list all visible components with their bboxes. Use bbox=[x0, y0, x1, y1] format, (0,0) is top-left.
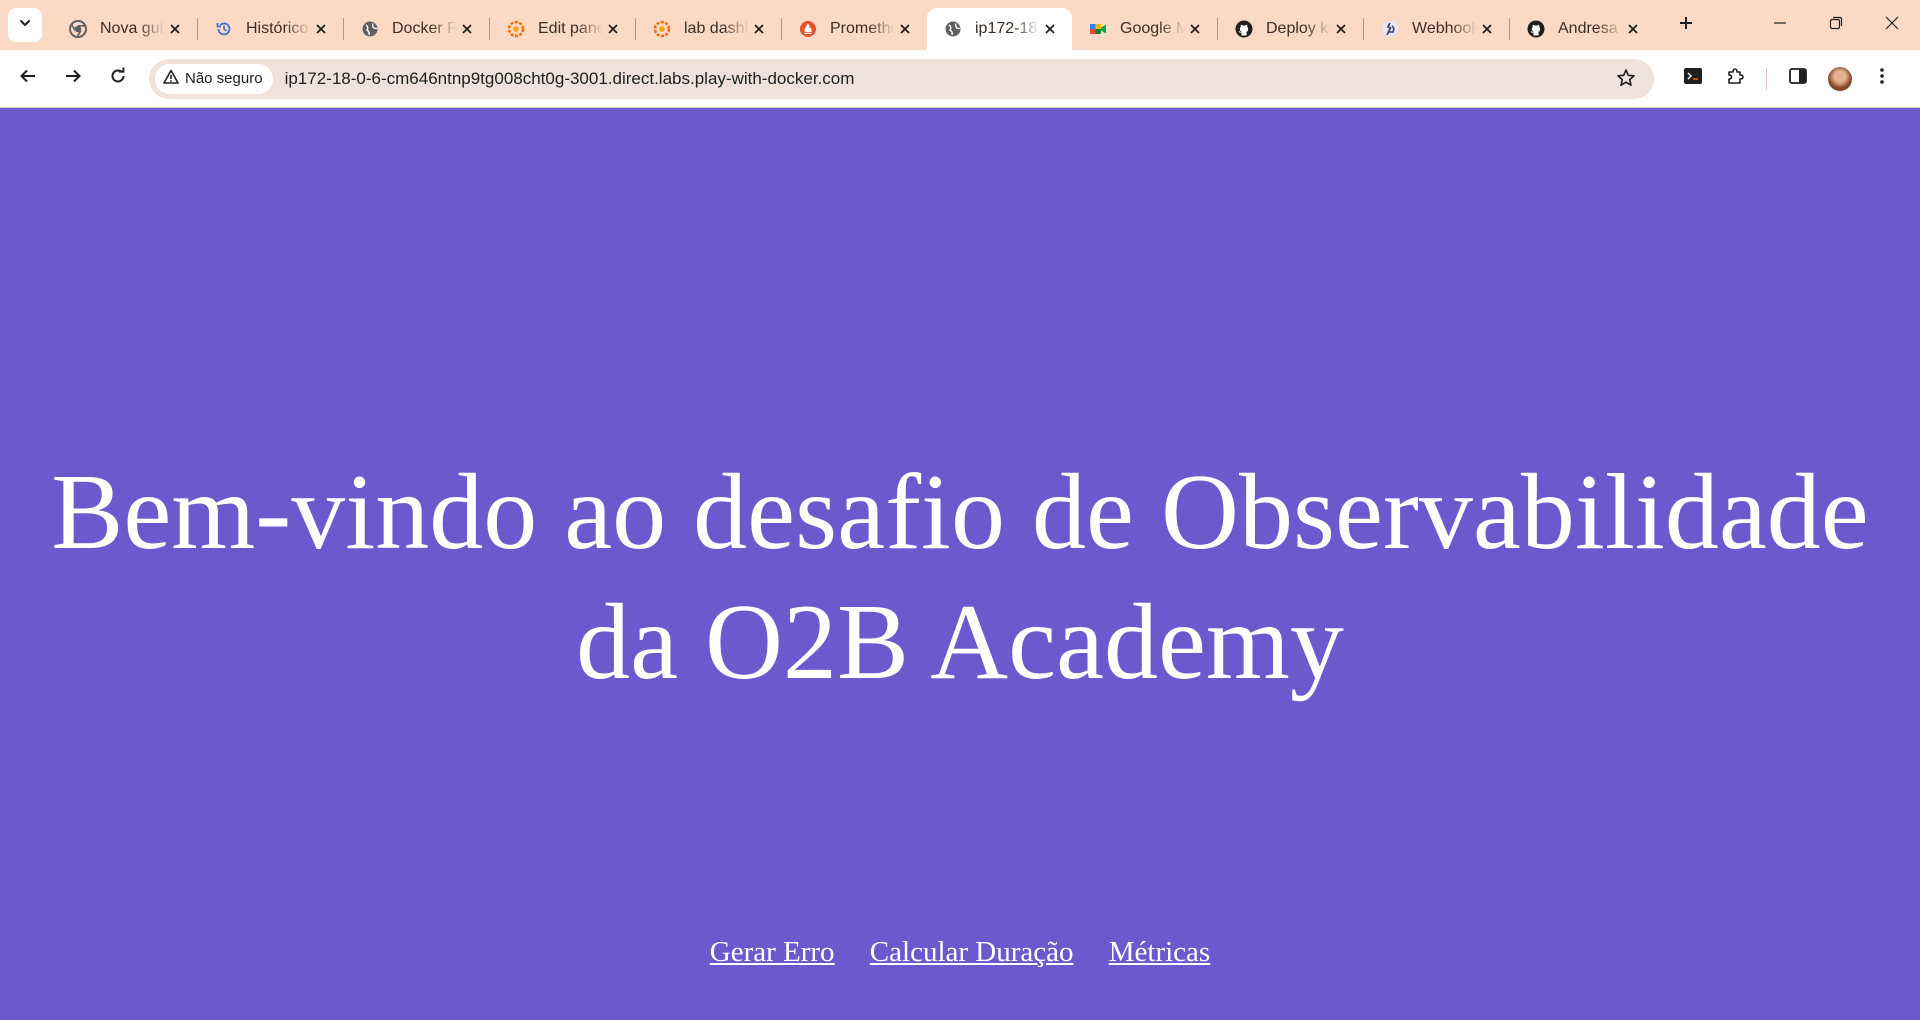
toolbar-actions bbox=[1672, 58, 1903, 100]
window-controls bbox=[1752, 0, 1920, 50]
metricas-link[interactable]: Métricas bbox=[1109, 936, 1210, 968]
terminal-extension-button[interactable] bbox=[1672, 58, 1714, 100]
page-title: Bem-vindo ao desafio de Observabilidade … bbox=[0, 448, 1920, 708]
close-icon[interactable] bbox=[895, 19, 915, 39]
arrow-left-icon bbox=[19, 67, 37, 90]
side-panel-button[interactable] bbox=[1777, 58, 1819, 100]
close-icon[interactable] bbox=[1623, 19, 1643, 39]
tab-title: Prometheus bbox=[830, 20, 895, 37]
close-icon[interactable] bbox=[1040, 19, 1060, 39]
globe-icon bbox=[360, 19, 380, 39]
avatar bbox=[1828, 66, 1852, 91]
tab-title: Nova guia bbox=[100, 20, 165, 37]
tab-title: ip172-18 bbox=[975, 20, 1038, 37]
minimize-button[interactable] bbox=[1752, 0, 1808, 50]
tab-historico[interactable]: Histórico bbox=[198, 8, 343, 50]
tab-title: Edit panel bbox=[538, 20, 603, 37]
tab-title: lab dashboard bbox=[684, 20, 749, 37]
tab-edit-panel[interactable]: Edit panel bbox=[490, 8, 635, 50]
history-icon bbox=[214, 19, 234, 39]
grafana-icon bbox=[652, 19, 672, 39]
menu-button[interactable] bbox=[1861, 58, 1903, 100]
tab-title: Webhooks bbox=[1412, 20, 1477, 37]
tab-webhooks[interactable]: Webhooks bbox=[1364, 8, 1509, 50]
grafana-icon bbox=[506, 19, 526, 39]
page-content: Bem-vindo ao desafio de Observabilidade … bbox=[0, 108, 1920, 1020]
address-bar[interactable]: Não seguro ip172-18-0-6-cm646ntnp9tg008c… bbox=[149, 58, 1654, 99]
close-icon bbox=[1885, 16, 1899, 35]
tab-title: Andresa bbox=[1558, 20, 1618, 37]
reload-icon bbox=[109, 67, 127, 90]
close-icon[interactable] bbox=[1331, 19, 1351, 39]
tab-list: Nova guia Histórico Docker P Edit panel … bbox=[52, 0, 1703, 50]
security-label: Não seguro bbox=[185, 70, 263, 87]
tab-google-meet[interactable]: Google Meet bbox=[1072, 8, 1217, 50]
close-window-button[interactable] bbox=[1864, 0, 1920, 50]
page-title-line-2: da O2B Academy bbox=[576, 583, 1344, 702]
new-tab-button[interactable] bbox=[1669, 8, 1703, 42]
plus-icon bbox=[1678, 15, 1694, 36]
toolbar-divider bbox=[1766, 67, 1767, 90]
extensions-button[interactable] bbox=[1714, 58, 1756, 100]
close-icon[interactable] bbox=[311, 19, 331, 39]
tab-andresa[interactable]: Andresa bbox=[1510, 8, 1655, 50]
close-icon[interactable] bbox=[165, 19, 185, 39]
tab-docker-playground[interactable]: Docker Playground bbox=[344, 8, 489, 50]
tab-ip172-active[interactable]: ip172-18 bbox=[927, 8, 1072, 50]
chevron-down-icon bbox=[18, 16, 32, 35]
tab-title: Google Meet bbox=[1120, 20, 1185, 37]
warning-icon bbox=[163, 69, 179, 89]
back-button[interactable] bbox=[7, 58, 49, 100]
github-icon bbox=[1234, 19, 1254, 39]
tab-lab-dashboard[interactable]: lab dashboard bbox=[636, 8, 781, 50]
tab-nova-guia[interactable]: Nova guia bbox=[52, 8, 197, 50]
globe-icon bbox=[943, 19, 963, 39]
puzzle-icon bbox=[1725, 66, 1745, 91]
tab-title: Deploy keys bbox=[1266, 20, 1331, 37]
reload-button[interactable] bbox=[97, 58, 139, 100]
page-title-line-1: Bem-vindo ao desafio de Observabilidade bbox=[51, 453, 1869, 572]
forward-button[interactable] bbox=[52, 58, 94, 100]
url-text[interactable]: ip172-18-0-6-cm646ntnp9tg008cht0g-3001.d… bbox=[285, 69, 855, 89]
close-icon[interactable] bbox=[1477, 19, 1497, 39]
close-icon[interactable] bbox=[1185, 19, 1205, 39]
side-panel-icon bbox=[1788, 66, 1808, 91]
tab-prometheus[interactable]: Prometheus bbox=[782, 8, 927, 50]
browser-window: Nova guia Histórico Docker P Edit panel … bbox=[0, 0, 1920, 1020]
close-icon[interactable] bbox=[457, 19, 477, 39]
browser-toolbar: Não seguro ip172-18-0-6-cm646ntnp9tg008c… bbox=[0, 50, 1920, 108]
action-links: Gerar Erro Calcular Duração Métricas bbox=[0, 934, 1920, 970]
profile-button[interactable] bbox=[1819, 58, 1861, 100]
tab-title: Docker Playground bbox=[392, 20, 457, 37]
gerar-erro-link[interactable]: Gerar Erro bbox=[710, 936, 835, 968]
kebab-menu-icon bbox=[1879, 66, 1885, 91]
calcular-duracao-link[interactable]: Calcular Duração bbox=[870, 936, 1074, 968]
arrow-right-icon bbox=[64, 67, 82, 90]
terminal-icon bbox=[1683, 66, 1703, 91]
tab-search-button[interactable] bbox=[8, 8, 42, 42]
tab-deploy-keys[interactable]: Deploy keys bbox=[1218, 8, 1363, 50]
github-icon bbox=[1526, 19, 1546, 39]
close-icon[interactable] bbox=[749, 19, 769, 39]
prometheus-icon bbox=[798, 19, 818, 39]
chrome-icon bbox=[68, 19, 88, 39]
tab-title: Histórico bbox=[246, 20, 309, 37]
restore-button[interactable] bbox=[1808, 0, 1864, 50]
star-icon[interactable] bbox=[1616, 68, 1636, 93]
minimize-icon bbox=[1773, 16, 1787, 35]
close-icon[interactable] bbox=[603, 19, 623, 39]
security-chip[interactable]: Não seguro bbox=[155, 63, 273, 94]
meet-icon bbox=[1088, 19, 1108, 39]
tab-strip: Nova guia Histórico Docker P Edit panel … bbox=[0, 0, 1920, 50]
restore-icon bbox=[1829, 16, 1843, 35]
webhook-icon bbox=[1380, 19, 1400, 39]
